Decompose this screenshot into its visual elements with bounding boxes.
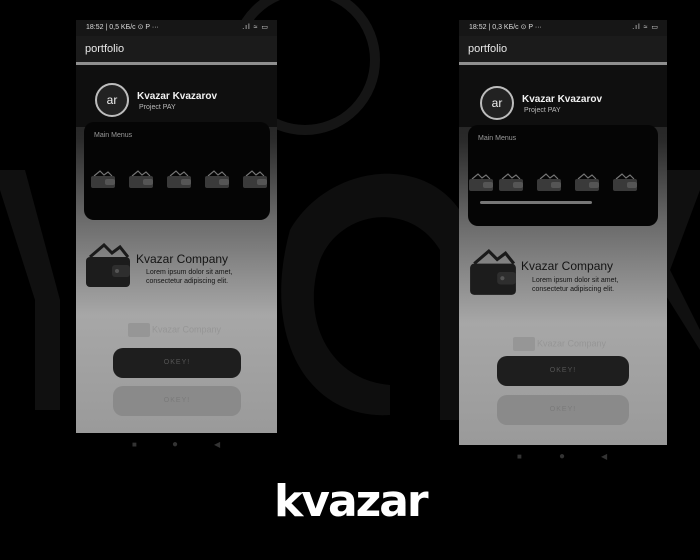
menu-item-wallet-icon[interactable]	[90, 170, 116, 188]
screen-content: ar Kvazar Kvazarov Project PAY Main Menu…	[76, 65, 277, 433]
phone-screen: 18:52 | 0,5 KБ/с ⊙ P ··· .ıl ≈ ▭ portfol…	[76, 20, 277, 433]
company-block: Kvazar Company Lorem ipsum dolor sit ame…	[459, 243, 667, 303]
okey-button[interactable]: OKEY!	[497, 356, 629, 386]
recent-apps-button[interactable]: ■	[132, 440, 137, 449]
status-time: 18:52 | 0,3 KБ/с ⊙ P ···	[469, 24, 542, 31]
company-name: Kvazar Company	[136, 252, 229, 266]
ghost-company-label: Kvazar Company	[128, 323, 221, 337]
company-description: Lorem ipsum dolor sit amet, consectetur …	[532, 277, 619, 293]
phone-mockup-right: 18:52 | 0,3 KБ/с ⊙ P ··· .ıl ≈ ▭ portfol…	[459, 20, 667, 445]
kvazar-logo: kvazar	[274, 476, 429, 527]
status-icons: .ıl ≈ ▭	[632, 24, 659, 31]
profile-name: Kvazar Kvazarov	[137, 91, 218, 102]
avatar[interactable]: ar	[480, 86, 514, 120]
main-menus-title: Main Menus	[478, 135, 517, 142]
menu-item-wallet-icon[interactable]	[204, 170, 230, 188]
menu-item-wallet-icon[interactable]	[574, 173, 600, 191]
avatar[interactable]: ar	[95, 83, 129, 117]
main-menus-card: Main Menus	[84, 122, 270, 220]
app-bar-title: portfolio	[459, 36, 667, 65]
profile-header: ar Kvazar Kvazarov Project PAY	[76, 65, 277, 127]
menu-item-wallet-icon[interactable]	[166, 170, 192, 188]
phone-mockup-left: 18:52 | 0,5 KБ/с ⊙ P ··· .ıl ≈ ▭ portfol…	[76, 20, 277, 433]
menu-item-wallet-icon[interactable]	[468, 173, 494, 191]
main-menus-title: Main Menus	[94, 132, 133, 139]
profile-name: Kvazar Kvazarov	[522, 94, 603, 105]
menu-item-wallet-icon[interactable]	[612, 173, 638, 191]
wallet-icon	[86, 243, 130, 287]
menu-item-wallet-icon[interactable]	[536, 173, 562, 191]
wallet-icon	[470, 249, 516, 295]
recent-apps-button[interactable]: ■	[517, 452, 522, 461]
back-button[interactable]: ◀	[601, 452, 607, 461]
company-description: Lorem ipsum dolor sit amet, consectetur …	[146, 269, 233, 285]
okey-button-secondary[interactable]: OKEY!	[113, 386, 241, 416]
menu-item-wallet-icon[interactable]	[128, 170, 154, 188]
home-button[interactable]: ●	[172, 439, 178, 450]
status-time: 18:52 | 0,5 KБ/с ⊙ P ···	[86, 24, 159, 31]
home-button[interactable]: ●	[559, 451, 565, 462]
okey-button-secondary[interactable]: OKEY!	[497, 395, 629, 425]
company-name: Kvazar Company	[521, 259, 614, 273]
profile-header: ar Kvazar Kvazarov Project PAY	[459, 65, 667, 127]
status-bar: 18:52 | 0,5 KБ/с ⊙ P ··· .ıl ≈ ▭	[76, 20, 277, 36]
profile-subtitle: Project PAY	[139, 104, 176, 111]
profile-subtitle: Project PAY	[524, 107, 561, 114]
menu-item-wallet-icon[interactable]	[242, 170, 268, 188]
menu-item-wallet-icon[interactable]	[498, 173, 524, 191]
app-bar-title: portfolio	[76, 36, 277, 65]
screen-content: ar Kvazar Kvazarov Project PAY Main Menu…	[459, 65, 667, 445]
main-menus-card: Main Menus	[468, 125, 658, 226]
back-button[interactable]: ◀	[214, 440, 220, 449]
okey-button[interactable]: OKEY!	[113, 348, 241, 378]
status-bar: 18:52 | 0,3 KБ/с ⊙ P ··· .ıl ≈ ▭	[459, 20, 667, 36]
company-block: Kvazar Company Lorem ipsum dolor sit ame…	[76, 235, 277, 295]
status-icons: .ıl ≈ ▭	[242, 24, 269, 31]
ghost-company-label: Kvazar Company	[513, 337, 606, 351]
phone-screen: 18:52 | 0,3 KБ/с ⊙ P ··· .ıl ≈ ▭ portfol…	[459, 20, 667, 445]
menu-scrollbar[interactable]	[480, 201, 592, 204]
